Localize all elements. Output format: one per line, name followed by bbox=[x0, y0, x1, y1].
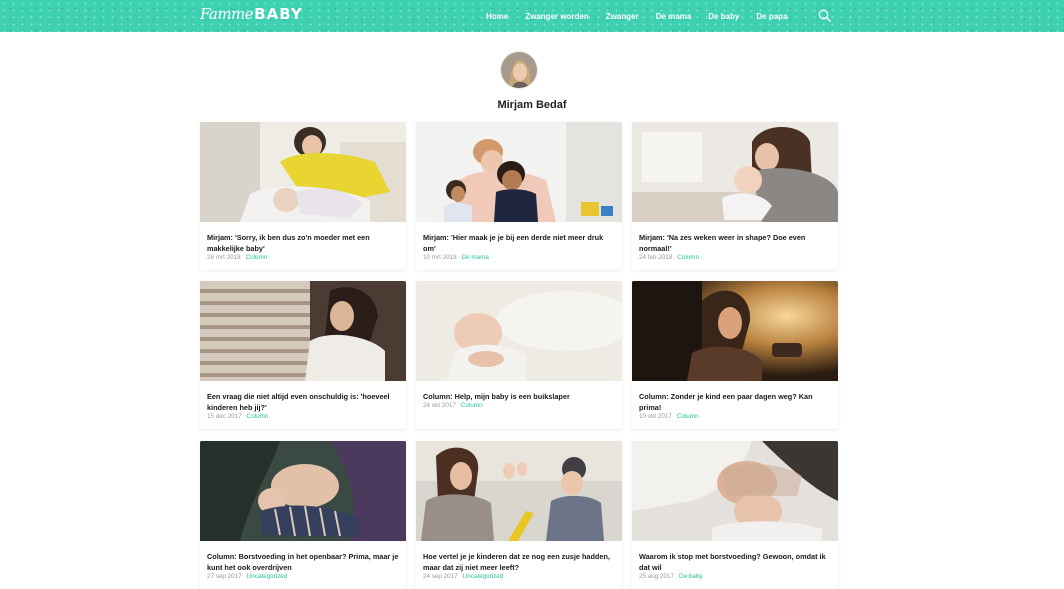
article-meta: 10 okt 2017 Column bbox=[639, 413, 833, 420]
article-meta: 24 okt 2017 Column bbox=[423, 402, 617, 409]
article-image-woman-by-window-blinds[interactable] bbox=[200, 281, 406, 381]
article-meta: 10 mrt 2018 De mama bbox=[423, 254, 617, 261]
article-card[interactable]: Een vraag die niet altijd even onschuldi… bbox=[200, 281, 406, 429]
article-category[interactable]: Column bbox=[247, 413, 269, 420]
article-image-breastfeeding-in-bed[interactable] bbox=[632, 441, 838, 541]
article-meta: 15 dec 2017 Column bbox=[207, 413, 401, 420]
article-title[interactable]: Column: Zonder je kind een paar dagen we… bbox=[639, 391, 833, 413]
article-meta: 27 sep 2017 Uncategorized bbox=[207, 573, 401, 580]
article-image-mother-yellow-sweater-baby[interactable] bbox=[200, 122, 406, 222]
article-card[interactable]: Mirjam: 'Sorry, ik ben dus zo'n moeder m… bbox=[200, 122, 406, 270]
nav-link-de-papa[interactable]: De papa bbox=[756, 12, 787, 21]
article-card[interactable]: Hoe vertel je je kinderen dat ze nog een… bbox=[416, 441, 622, 589]
article-date: 24 sep 2017 bbox=[423, 573, 458, 580]
nav-link-de-baby[interactable]: De baby bbox=[708, 12, 739, 21]
article-category[interactable]: Column bbox=[461, 402, 483, 409]
author-name: Mirjam Bedaf bbox=[497, 99, 567, 111]
nav-link-zwanger[interactable]: Zwanger bbox=[606, 12, 639, 21]
article-card[interactable]: Waarom ik stop met borstvoeding? Gewoon,… bbox=[632, 441, 838, 589]
article-title[interactable]: Mirjam: 'Na zes weken weer in shape? Doe… bbox=[639, 232, 833, 254]
article-title[interactable]: Mirjam: 'Sorry, ik ben dus zo'n moeder m… bbox=[207, 232, 401, 254]
article-date: 10 mrt 2018 bbox=[423, 254, 457, 261]
article-card[interactable]: Mirjam: 'Na zes weken weer in shape? Doe… bbox=[632, 122, 838, 270]
article-category[interactable]: Uncategorized bbox=[247, 573, 288, 580]
article-image-woman-in-car-sunlight[interactable] bbox=[632, 281, 838, 381]
article-category[interactable]: Column bbox=[677, 413, 699, 420]
article-title[interactable]: Mirjam: 'Hier maak je je bij een derde n… bbox=[423, 232, 617, 254]
article-category[interactable]: Column bbox=[677, 254, 699, 261]
article-date: 25 aug 2017 bbox=[639, 573, 675, 580]
search-icon[interactable] bbox=[818, 9, 831, 22]
article-meta: 24 sep 2017 Uncategorized bbox=[423, 573, 617, 580]
article-date: 15 dec 2017 bbox=[207, 413, 242, 420]
nav-link-de-mama[interactable]: De mama bbox=[656, 12, 692, 21]
top-navigation-bar: Famme BABY Home Zwanger worden Zwanger D… bbox=[0, 0, 1064, 32]
article-meta: 25 aug 2017 De baby bbox=[639, 573, 833, 580]
logo-script-text: Famme bbox=[200, 5, 254, 23]
main-nav: Home Zwanger worden Zwanger De mama De b… bbox=[486, 0, 805, 32]
article-date: 27 sep 2017 bbox=[207, 573, 242, 580]
article-title[interactable]: Hoe vertel je je kinderen dat ze nog een… bbox=[423, 551, 617, 573]
article-meta: 26 mrt 2018 Column bbox=[207, 254, 401, 261]
article-date: 24 feb 2018 bbox=[639, 254, 673, 261]
article-category[interactable]: De mama bbox=[462, 254, 489, 261]
article-date: 26 mrt 2018 bbox=[207, 254, 241, 261]
logo-caps-text: BABY bbox=[254, 5, 303, 23]
article-category[interactable]: Column bbox=[246, 254, 268, 261]
article-image-mother-child-high-five[interactable] bbox=[416, 441, 622, 541]
article-card[interactable]: Mirjam: 'Hier maak je je bij een derde n… bbox=[416, 122, 622, 270]
article-card[interactable]: Column: Borstvoeding in het openbaar? Pr… bbox=[200, 441, 406, 589]
article-date: 24 okt 2017 bbox=[423, 402, 456, 409]
article-title[interactable]: Column: Help, mijn baby is een buikslape… bbox=[423, 391, 617, 402]
article-category[interactable]: De baby bbox=[679, 573, 702, 580]
article-title[interactable]: Waarom ik stop met borstvoeding? Gewoon,… bbox=[639, 551, 833, 573]
article-image-breastfeeding-striped-baby[interactable] bbox=[200, 441, 406, 541]
article-title[interactable]: Een vraag die niet altijd even onschuldi… bbox=[207, 391, 401, 413]
article-image-mother-two-kids-playing[interactable] bbox=[416, 122, 622, 222]
article-image-mother-kissing-baby[interactable] bbox=[632, 122, 838, 222]
author-avatar bbox=[500, 51, 538, 89]
nav-link-zwanger-worden[interactable]: Zwanger worden bbox=[525, 12, 589, 21]
article-category[interactable]: Uncategorized bbox=[463, 573, 504, 580]
article-card[interactable]: Column: Zonder je kind een paar dagen we… bbox=[632, 281, 838, 429]
article-card[interactable]: Column: Help, mijn baby is een buikslape… bbox=[416, 281, 622, 429]
article-image-sleeping-baby[interactable] bbox=[416, 281, 622, 381]
article-meta: 24 feb 2018 Column bbox=[639, 254, 833, 261]
article-title[interactable]: Column: Borstvoeding in het openbaar? Pr… bbox=[207, 551, 401, 573]
article-date: 10 okt 2017 bbox=[639, 413, 672, 420]
site-logo[interactable]: Famme BABY bbox=[200, 5, 303, 27]
nav-link-home[interactable]: Home bbox=[486, 12, 508, 21]
